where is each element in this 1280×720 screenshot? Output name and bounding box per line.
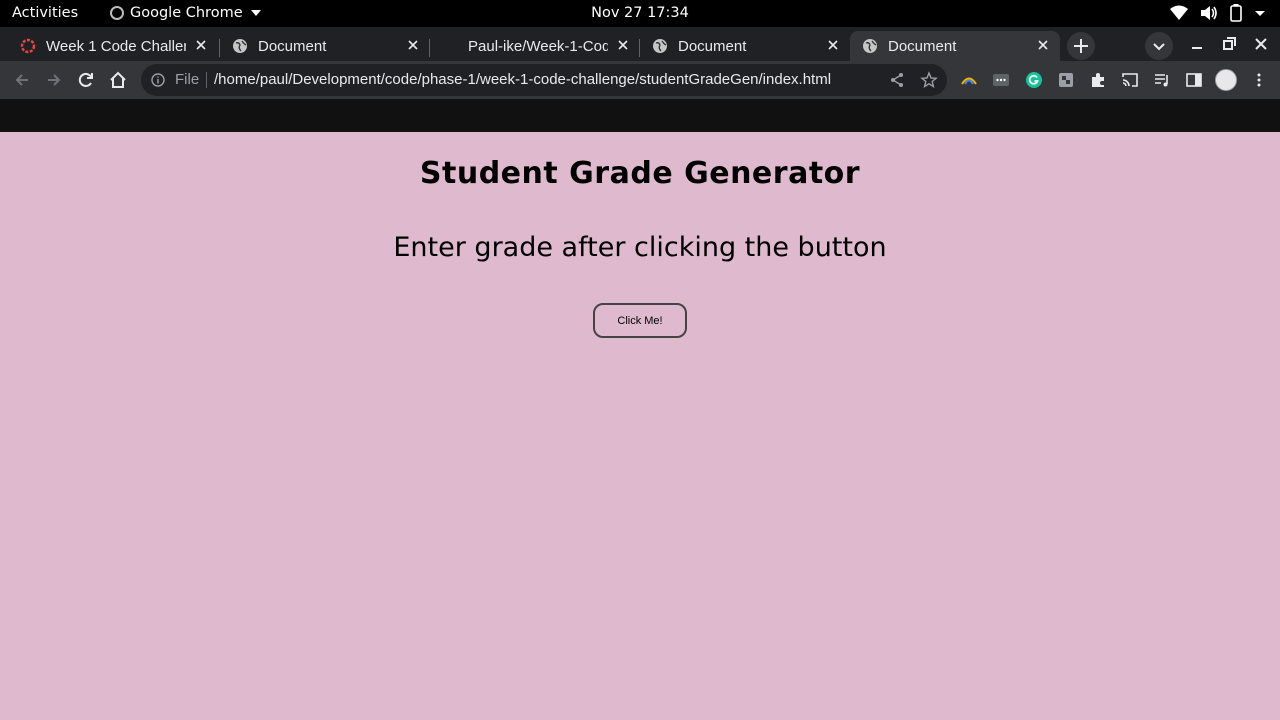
rainbow-extension-icon[interactable] [960,71,978,89]
globe-favicon [233,39,247,53]
activities-button[interactable]: Activities [12,5,78,21]
tab-search-button[interactable] [1145,32,1173,60]
tab-strip: Week 1 Code Challenge Document Paul-ike/… [0,27,1280,61]
new-tab-button[interactable] [1067,32,1095,60]
forward-icon[interactable] [44,70,64,90]
close-tab-icon[interactable] [406,38,420,52]
close-tab-icon[interactable] [194,38,208,52]
globe-favicon [653,39,667,53]
wifi-icon [1170,5,1188,20]
share-icon[interactable] [889,72,905,88]
close-tab-icon[interactable] [616,38,630,52]
home-icon[interactable] [108,70,128,90]
app-menu-caret-icon [250,10,261,16]
github-favicon [443,39,457,53]
dots-extension-icon[interactable] [992,71,1010,89]
bookmark-star-icon[interactable] [920,71,938,89]
browser-toolbar: File /home/paul/Development/code/phase-1… [0,61,1280,99]
tab-week1-code-challenge[interactable]: Week 1 Code Challenge [8,31,218,61]
bookmarks-bar [0,99,1280,132]
tab-document-1[interactable]: Document [220,31,430,61]
volume-icon [1201,6,1217,20]
address-bar[interactable]: File /home/paul/Development/code/phase-1… [141,64,947,96]
grammarly-icon[interactable] [1025,71,1043,89]
media-control-icon[interactable] [1153,71,1171,89]
back-icon[interactable] [12,70,32,90]
chevron-down-icon [1153,43,1165,51]
page-content: Student Grade Generator Enter grade afte… [0,132,1280,720]
address-divider [206,72,207,88]
restore-icon[interactable] [1219,34,1239,54]
app-menu[interactable]: Google Chrome [110,5,261,21]
tab-github-repo[interactable]: Paul-ike/Week-1-Code-Challenge [430,31,640,61]
minimize-icon[interactable] [1187,34,1207,54]
close-tab-icon[interactable] [1036,38,1050,52]
more-menu-icon[interactable] [1250,71,1268,89]
tab-title: Document [258,37,327,55]
close-tab-icon[interactable] [826,38,840,52]
plus-icon [1074,39,1088,53]
code-challenge-favicon [20,38,36,54]
tab-document-active[interactable]: Document [850,31,1060,61]
side-panel-icon[interactable] [1185,71,1203,89]
click-me-button[interactable]: Click Me! [593,303,687,338]
system-menu-caret-icon [1255,11,1265,16]
system-tray[interactable] [1170,4,1266,22]
tab-title: Document [888,37,957,55]
tab-title: Document [678,37,747,55]
globe-favicon [863,39,877,53]
tab-document-2[interactable]: Document [640,31,850,61]
scheme-label: File [175,71,200,88]
extensions-icon[interactable] [1089,71,1107,89]
page-title: Student Grade Generator [419,156,861,191]
close-window-icon[interactable] [1251,34,1271,54]
puzzle-extension-icon[interactable] [1057,71,1075,89]
system-top-bar: Activities Google Chrome Nov 27 17:34 [0,0,1280,27]
tab-title: Paul-ike/Week-1-Code-Challenge [468,37,608,55]
cast-icon[interactable] [1121,71,1139,89]
app-name: Google Chrome [130,5,243,21]
clock[interactable]: Nov 27 17:34 [591,5,689,21]
info-icon[interactable] [151,73,165,87]
tab-title: Week 1 Code Challenge [46,37,186,55]
url-text[interactable]: /home/paul/Development/code/phase-1/week… [214,71,831,88]
page-subtitle: Enter grade after clicking the button [393,232,887,263]
profile-avatar[interactable] [1215,69,1237,91]
reload-icon[interactable] [76,70,96,90]
battery-icon [1230,4,1242,22]
chrome-app-icon [110,6,124,20]
